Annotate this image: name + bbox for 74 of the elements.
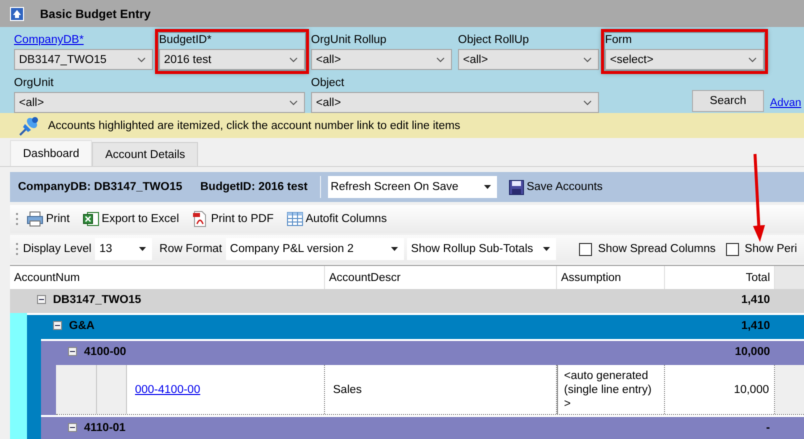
print-button[interactable]: Print xyxy=(23,208,74,230)
chevron-icon xyxy=(748,56,757,62)
dropdown-field[interactable]: <all> xyxy=(311,92,599,113)
group-name: 4100-00 xyxy=(84,346,126,358)
collapse-icon[interactable] xyxy=(68,423,77,432)
row-header-cell xyxy=(56,365,97,414)
budget-label: BudgetID: 2016 test xyxy=(200,181,308,193)
option-label: Row Format xyxy=(159,243,222,255)
dropdown-field[interactable]: 2016 test xyxy=(159,49,305,70)
field-label: OrgUnit Rollup xyxy=(311,33,386,47)
chevron-icon xyxy=(289,100,298,106)
pushpin-icon xyxy=(18,116,40,136)
info-message: Accounts highlighted are itemized, click the account number link to edit line items xyxy=(48,120,460,132)
chevron-icon xyxy=(289,56,298,62)
grid-background xyxy=(775,365,804,414)
tab[interactable]: Dashboard xyxy=(10,140,92,166)
chevron-icon xyxy=(436,56,445,62)
dropdown-field[interactable]: DB3147_TWO15 xyxy=(14,49,153,70)
group-name: G&A xyxy=(69,320,95,332)
tab[interactable]: Account Details xyxy=(92,142,198,166)
save-accounts-button[interactable]: Save Accounts xyxy=(508,180,603,194)
group-total: 10,000 xyxy=(734,346,771,358)
checkbox[interactable] xyxy=(726,242,739,256)
field-label: Form xyxy=(605,33,632,47)
group-name: 4110-01 xyxy=(84,422,126,434)
checkbox-label: Show Peri xyxy=(744,243,798,255)
option-label: Display Level xyxy=(23,243,92,255)
account-link[interactable]: 000-4100-00 xyxy=(135,384,200,396)
dropdown-field[interactable]: <all> xyxy=(14,92,305,113)
grip-handle xyxy=(16,213,19,225)
dropdown-field[interactable]: <all> xyxy=(311,49,452,70)
field-label: Object xyxy=(311,76,344,90)
row-header-cell xyxy=(97,365,127,414)
spreadsheet-icon xyxy=(82,211,99,227)
dropdown-field[interactable]: <select> xyxy=(605,49,764,70)
dropdown-arrow-icon xyxy=(543,247,550,251)
collapse-icon[interactable] xyxy=(37,295,46,304)
field-label-link[interactable]: CompanyDB* xyxy=(14,33,84,47)
collapse-icon[interactable] xyxy=(53,321,62,330)
table-cell: Sales xyxy=(325,365,557,414)
group-total: - xyxy=(766,422,771,434)
app-icon xyxy=(10,6,24,20)
dropdown-field[interactable]: 13 xyxy=(95,238,152,260)
refresh-dropdown[interactable]: Refresh Screen On Save xyxy=(328,176,497,198)
field-label: Object RollUp xyxy=(458,33,529,47)
checkbox[interactable] xyxy=(579,242,592,256)
group-total: 1,410 xyxy=(741,294,771,306)
chevron-icon xyxy=(583,56,592,62)
company-label: CompanyDB: DB3147_TWO15 xyxy=(18,181,182,193)
autofit-columns-button[interactable]: Autofit Columns xyxy=(282,208,391,230)
field-label: OrgUnit xyxy=(14,76,54,90)
table-icon xyxy=(286,211,303,227)
search-button[interactable]: Search xyxy=(692,90,764,112)
chevron-icon xyxy=(583,100,592,106)
dropdown-field[interactable]: Show Rollup Sub-Totals xyxy=(407,238,556,260)
window-title: Basic Budget Entry xyxy=(40,6,151,20)
group-total: 1,410 xyxy=(741,320,771,332)
export-excel-button[interactable]: Export to Excel xyxy=(78,208,183,230)
checkbox-label: Show Spread Columns xyxy=(598,243,716,255)
dropdown-arrow-icon xyxy=(139,247,146,251)
dropdown-arrow-icon xyxy=(484,185,491,189)
chevron-icon xyxy=(137,56,146,62)
table-cell: <auto generated (single line entry) > xyxy=(557,365,665,414)
dropdown-field[interactable]: Company P&L version 2 xyxy=(226,238,404,260)
dropdown-field[interactable]: <all> xyxy=(458,49,599,70)
dropdown-arrow-icon xyxy=(391,247,398,251)
collapse-icon[interactable] xyxy=(68,347,77,356)
printer-icon xyxy=(27,211,43,227)
advanced-link[interactable]: Advan xyxy=(770,97,804,109)
print-pdf-button[interactable]: Print to PDF xyxy=(188,208,278,230)
pdf-document-icon xyxy=(192,211,208,227)
grip-handle xyxy=(16,243,19,255)
field-label: BudgetID* xyxy=(159,33,212,47)
group-name: DB3147_TWO15 xyxy=(53,294,142,306)
